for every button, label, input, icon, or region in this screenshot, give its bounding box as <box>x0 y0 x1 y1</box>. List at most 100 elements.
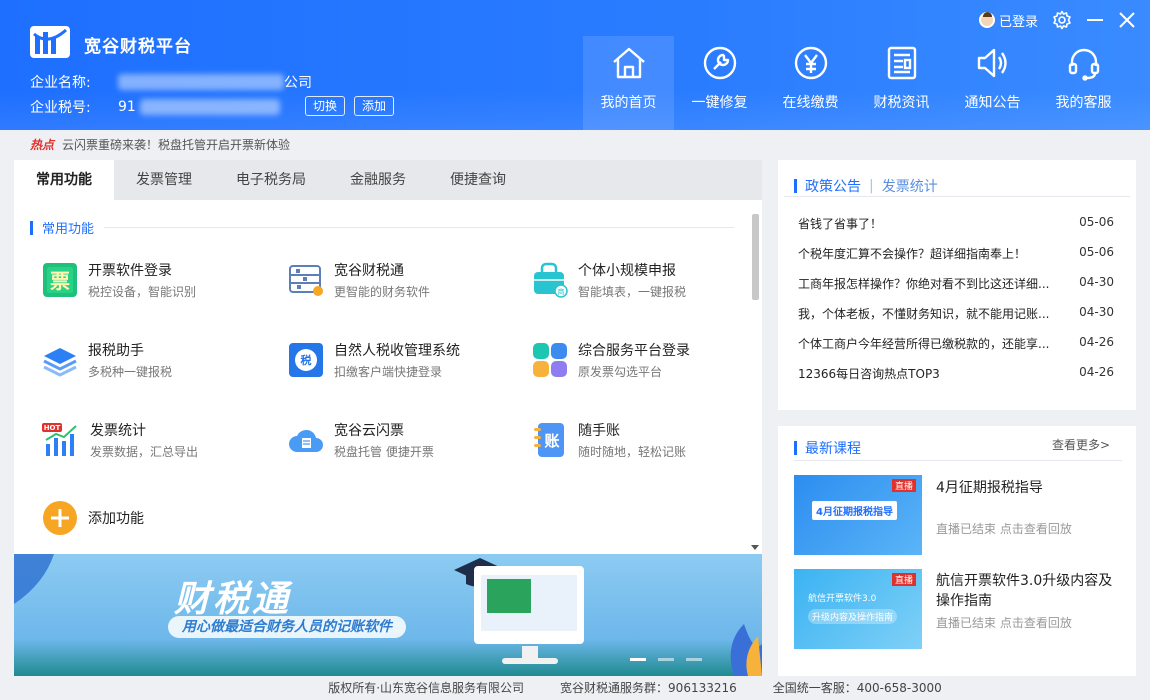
tab-invoice[interactable]: 发票管理 <box>114 160 214 200</box>
banner-dot[interactable] <box>658 658 674 661</box>
bar-chart-icon: HOT <box>42 423 77 456</box>
banner-pager <box>630 658 702 661</box>
login-status: 已登录 <box>998 14 1038 30</box>
abacus-icon <box>289 265 323 296</box>
switch-company-button[interactable]: 切换 <box>305 96 346 116</box>
policy-accent <box>794 179 797 193</box>
func-title: 报税助手 <box>88 343 144 359</box>
add-company-button[interactable]: 添加 <box>354 96 395 116</box>
app-header: 宽谷财税平台 企业名称: 公司 企业税号: 91 切换 添加 我的首页 一键修复 <box>0 0 1150 130</box>
more-courses-link[interactable]: 查看更多> <box>1052 436 1110 453</box>
nav-payment[interactable]: 在线缴费 <box>765 36 856 130</box>
gear-icon[interactable] <box>1052 10 1072 30</box>
course-thumbnail[interactable]: 直播 航信开票软件3.0 升级内容及操作指南 <box>794 569 922 649</box>
natural-person-tax-glyph: 税 <box>301 353 312 367</box>
func-cloud-invoice[interactable]: 宽谷云闪票 税盘托管 便捷开票 <box>288 420 434 460</box>
course-status[interactable]: 直播已结束 点击查看回放 <box>936 614 1072 631</box>
company-name-label: 企业名称: <box>30 75 91 91</box>
tab-policy[interactable]: 政策公告 <box>805 176 861 196</box>
course-title[interactable]: 4月征期报税指导 <box>936 478 1126 498</box>
cloud-icon <box>289 429 323 452</box>
news-item[interactable]: 省钱了省事了！ 05-06 <box>798 215 1114 232</box>
hot-tag: 热点 <box>30 138 55 152</box>
func-add-function[interactable]: 添加功能 <box>42 500 144 536</box>
banner-dot[interactable] <box>686 658 702 661</box>
close-icon[interactable] <box>1118 11 1136 29</box>
grid-apps-icon <box>533 343 567 377</box>
news-date: 04-30 <box>1079 305 1114 319</box>
promo-banner[interactable]: 财税通 用心做最适合财务人员的记账软件 <box>14 554 762 676</box>
main-panel: 常用功能 发票管理 电子税务局 金融服务 便捷查询 常用功能 票 开票软件登录税… <box>14 160 762 676</box>
func-title: 自然人税收管理系统 <box>334 343 460 359</box>
nav-notice[interactable]: 通知公告 <box>947 36 1038 130</box>
window-controls: 已登录 <box>978 10 1136 30</box>
course-title[interactable]: 航信开票软件3.0升级内容及操作指南 <box>936 571 1126 611</box>
func-title: 添加功能 <box>88 511 144 527</box>
scrollbar-thumb[interactable] <box>752 214 759 300</box>
live-badge: 直播 <box>891 479 916 492</box>
nav-payment-label: 在线缴费 <box>782 95 839 111</box>
news-item[interactable]: 个税年度汇算不会操作？超详细指南奉上！ 05-06 <box>798 245 1114 262</box>
hot-badge-text: HOT <box>44 424 61 432</box>
home-icon <box>612 47 645 79</box>
course-status[interactable]: 直播已结束 点击查看回放 <box>936 520 1072 537</box>
func-pocket-ledger[interactable]: 账 随手账 随时随地，轻松记账 <box>532 420 686 460</box>
monitor-illustration <box>474 566 584 644</box>
news-item[interactable]: 我，个体老板，不懂财务知识，就不能用记账... 04-30 <box>798 305 1114 322</box>
section-title-text: 常用功能 <box>42 222 95 237</box>
banner-title: 财税通 <box>174 579 292 620</box>
invoice-ticket-icon: 票 <box>43 263 77 297</box>
nav-service[interactable]: 我的客服 <box>1038 36 1129 130</box>
tax-id-row: 企业税号: 91 <box>30 97 280 117</box>
courses-title: 最新课程 <box>805 441 861 457</box>
function-scrollbar[interactable] <box>750 204 760 550</box>
func-title: 综合服务平台登录 <box>578 343 690 359</box>
func-natural-person-tax[interactable]: 税 自然人税收管理系统 扣缴客户端快捷登录 <box>288 340 460 380</box>
func-small-scale-report[interactable]: 商 个体小规模申报 智能填表，一键报税 <box>532 260 686 300</box>
tax-id-label: 企业税号: <box>30 100 91 116</box>
tab-common[interactable]: 常用功能 <box>14 160 114 200</box>
tab-etax[interactable]: 电子税务局 <box>214 160 328 200</box>
hot-news-bar[interactable]: 热点 云闪票重磅来袭！税盘托管开启开票新体验 <box>30 136 290 153</box>
hot-text: 云闪票重磅来袭！税盘托管开启开票新体验 <box>62 138 291 152</box>
func-desc: 税控设备，智能识别 <box>88 285 197 299</box>
user-status[interactable]: 已登录 <box>978 11 1038 30</box>
ledger-book-icon: 账 <box>534 423 564 457</box>
nav-repair-label: 一键修复 <box>691 95 748 111</box>
company-name-suffix: 公司 <box>284 75 312 91</box>
copyright: 版权所有·山东宽谷信息服务有限公司 <box>328 681 525 695</box>
tab-finance[interactable]: 金融服务 <box>328 160 428 200</box>
func-tax-assistant[interactable]: 报税助手 多税种一键报税 <box>42 340 172 380</box>
news-item[interactable]: 12366每日咨询热点TOP3 04-26 <box>798 365 1114 382</box>
course-thumbnail[interactable]: 直播 4月征期报税指导 <box>794 475 922 555</box>
company-name-redacted <box>118 74 284 90</box>
func-invoice-stats[interactable]: HOT 发票统计 发票数据，汇总导出 <box>42 420 198 460</box>
tab-invoice-stats[interactable]: 发票统计 <box>882 176 938 196</box>
banner-dot[interactable] <box>630 658 646 661</box>
section-title: 常用功能 <box>30 218 734 237</box>
news-icon <box>887 46 916 80</box>
nav-home[interactable]: 我的首页 <box>583 36 674 130</box>
func-title: 开票软件登录 <box>88 263 172 279</box>
policy-divider <box>784 196 1130 197</box>
shop-bag-badge: 商 <box>558 287 565 296</box>
course-thumb-text2: 升级内容及操作指南 <box>808 609 898 624</box>
plant-decoration-icon <box>730 624 762 676</box>
nav-news[interactable]: 财税资讯 <box>856 36 947 130</box>
news-item[interactable]: 个体工商户今年经营所得已缴税款的，还能享... 04-26 <box>798 335 1114 352</box>
func-desc: 更智能的财务软件 <box>334 285 431 299</box>
nav-repair[interactable]: 一键修复 <box>674 36 765 130</box>
func-invoice-login[interactable]: 票 开票软件登录税控设备，智能识别 <box>42 260 196 300</box>
func-kuangu-caishui[interactable]: 宽谷财税通更智能的财务软件 <box>288 260 430 300</box>
section-accent <box>30 220 33 235</box>
news-item[interactable]: 工商年报怎样操作？你绝对看不到比这还详细... 04-30 <box>798 275 1114 292</box>
tab-query[interactable]: 便捷查询 <box>428 160 528 200</box>
ledger-book-glyph: 账 <box>544 432 559 450</box>
monitor-base <box>502 658 558 664</box>
scroll-down-arrow-icon[interactable] <box>751 545 759 550</box>
minimize-icon[interactable] <box>1086 11 1104 29</box>
func-title: 宽谷财税通 <box>334 263 404 279</box>
main-nav: 我的首页 一键修复 在线缴费 财税资讯 通知公告 我的客服 <box>583 36 1129 130</box>
func-integrated-service[interactable]: 综合服务平台登录 原发票勾选平台 <box>532 340 690 380</box>
news-date: 05-06 <box>1079 215 1114 229</box>
